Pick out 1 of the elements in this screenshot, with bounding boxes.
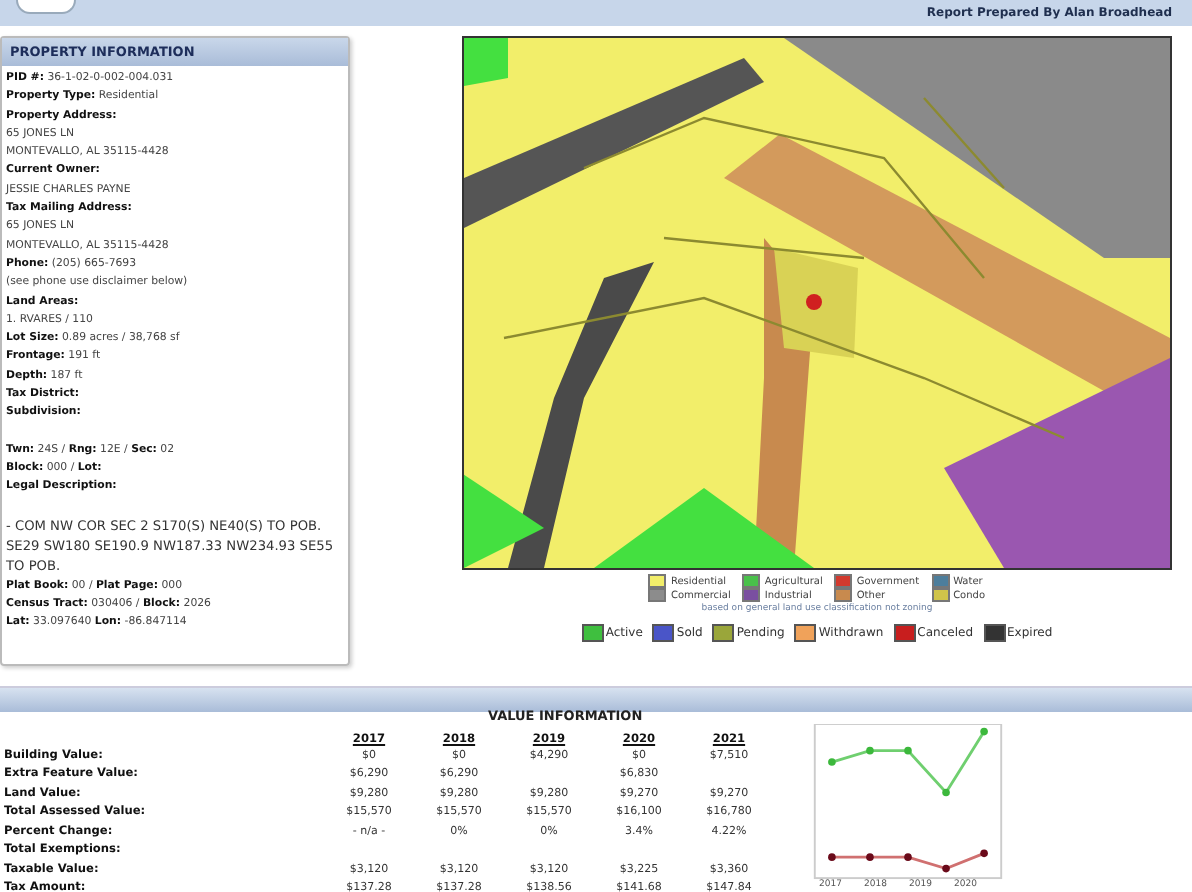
header-button[interactable]: [16, 0, 76, 14]
